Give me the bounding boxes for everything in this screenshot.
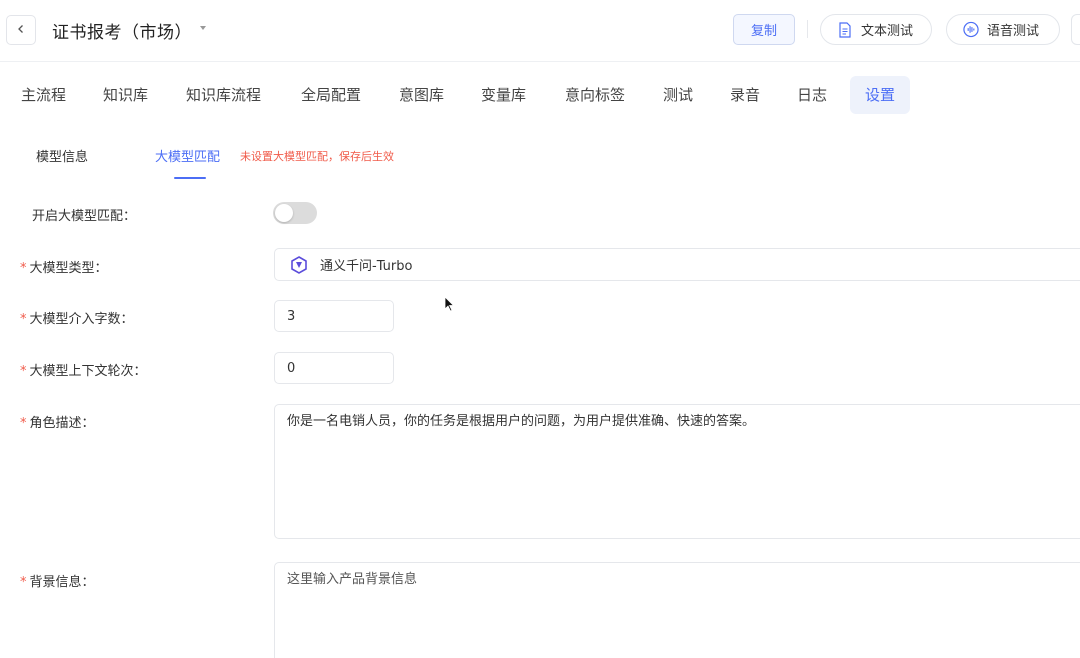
voice-test-button[interactable]: 语音测试 [946, 14, 1060, 45]
tab-intent-library[interactable]: 意图库 [395, 76, 448, 114]
chars-label-text: 大模型介入字数： [29, 312, 134, 327]
background-label-text: 背景信息： [29, 575, 95, 590]
subtab-model-info[interactable]: 模型信息 [36, 146, 88, 165]
page-title: 证书报考（市场） [52, 23, 192, 43]
context-input[interactable]: 0 [274, 352, 394, 384]
chevron-left-icon [16, 22, 26, 38]
role-label: * 角色描述： [20, 412, 95, 431]
background-label: * 背景信息： [20, 571, 95, 590]
tab-recording[interactable]: 录音 [726, 76, 764, 114]
tab-test[interactable]: 测试 [659, 76, 697, 114]
more-button[interactable] [1071, 14, 1080, 45]
sub-tabs: 模型信息 大模型匹配 未设置大模型匹配，保存后生效 [0, 140, 1080, 184]
toggle-knob [275, 204, 293, 222]
tongyi-logo-icon [289, 255, 309, 275]
text-test-label: 文本测试 [861, 24, 914, 39]
model-type-label: * 大模型类型： [20, 257, 108, 276]
background-textarea[interactable]: 这里输入产品背景信息 [274, 562, 1080, 658]
required-mark: * [20, 364, 27, 379]
enable-llm-label: 开启大模型匹配： [32, 209, 137, 224]
tab-settings[interactable]: 设置 [850, 76, 911, 114]
chars-input[interactable]: 3 [274, 300, 394, 332]
required-mark: * [20, 416, 27, 431]
voice-test-label: 语音测试 [987, 24, 1040, 39]
model-type-select[interactable]: 通义千问-Turbo [274, 248, 1080, 281]
required-mark: * [20, 312, 27, 327]
context-label-text: 大模型上下文轮次： [29, 364, 147, 379]
title-dropdown-icon[interactable] [200, 26, 206, 30]
tab-variable-library[interactable]: 变量库 [477, 76, 530, 114]
tab-knowledge-base[interactable]: 知识库 [99, 76, 152, 114]
subtab-active-indicator [174, 177, 206, 179]
document-icon [837, 21, 853, 38]
role-textarea[interactable]: 你是一名电销人员，你的任务是根据用户的问题，为用户提供准确、快速的答案。 [274, 404, 1080, 539]
context-label: * 大模型上下文轮次： [20, 360, 147, 379]
enable-llm-toggle[interactable] [273, 202, 317, 224]
tab-intent-tags[interactable]: 意向标签 [561, 76, 629, 114]
tab-knowledge-flow[interactable]: 知识库流程 [182, 76, 265, 114]
divider [807, 20, 808, 38]
main-tabs: 主流程 知识库 知识库流程 全局配置 意图库 变量库 意向标签 测试 录音 日志… [0, 76, 1080, 114]
tab-logs[interactable]: 日志 [793, 76, 831, 114]
tab-main-flow[interactable]: 主流程 [17, 76, 70, 114]
header-bar: 证书报考（市场） 复制 文本测试 语音测试 [0, 0, 1080, 62]
tab-global-config[interactable]: 全局配置 [297, 76, 365, 114]
required-mark: * [20, 261, 27, 276]
role-label-text: 角色描述： [29, 416, 95, 431]
text-test-button[interactable]: 文本测试 [820, 14, 932, 45]
voice-wave-icon [963, 21, 979, 38]
mouse-cursor-icon [444, 296, 455, 312]
model-type-value: 通义千问-Turbo [320, 259, 413, 274]
chars-label: * 大模型介入字数： [20, 308, 134, 327]
model-type-label-text: 大模型类型： [29, 261, 108, 276]
copy-button[interactable]: 复制 [733, 14, 795, 45]
unsaved-notice: 未设置大模型匹配，保存后生效 [240, 150, 394, 163]
back-button[interactable] [6, 15, 36, 45]
subtab-llm-match[interactable]: 大模型匹配 [155, 146, 220, 165]
required-mark: * [20, 575, 27, 590]
